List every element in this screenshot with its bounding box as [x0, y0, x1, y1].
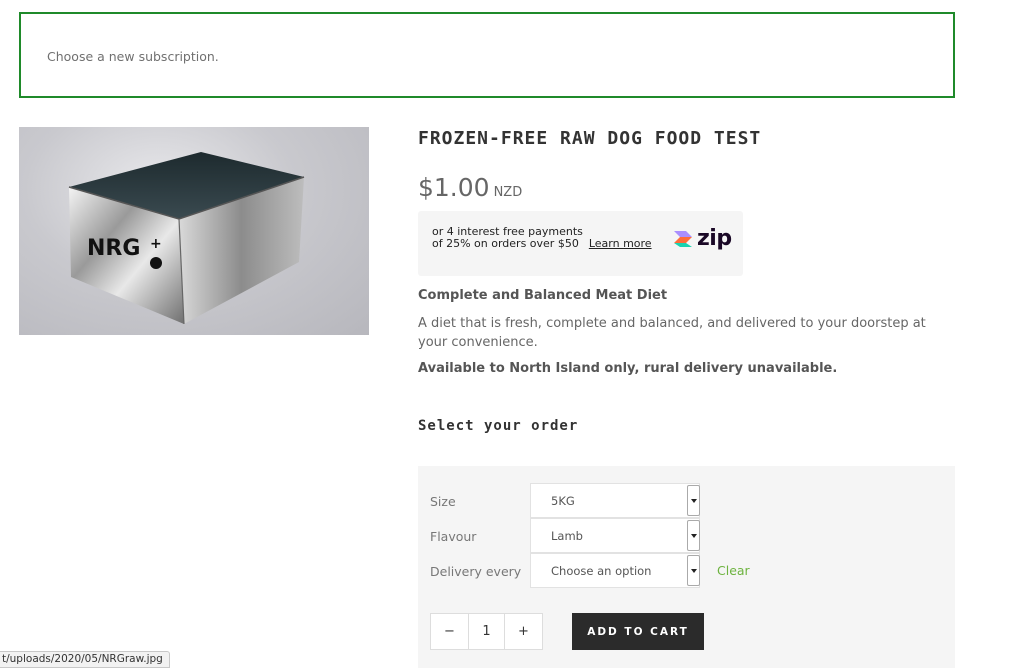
- svg-text:+: +: [150, 236, 162, 252]
- increase-quantity-button[interactable]: +: [505, 614, 542, 649]
- zip-logo-icon: [674, 231, 692, 247]
- size-select[interactable]: 5KG: [530, 483, 700, 518]
- delivery-label: Delivery every: [430, 564, 522, 579]
- chevron-down-icon[interactable]: [687, 520, 700, 551]
- delivery-value: Choose an option: [551, 564, 652, 578]
- quantity-input[interactable]: 1: [468, 614, 505, 649]
- size-label: Size: [430, 494, 456, 509]
- flavour-label: Flavour: [430, 529, 477, 544]
- availability-note: Available to North Island only, rural de…: [418, 361, 838, 376]
- size-value: 5KG: [551, 494, 575, 508]
- order-form: Size 5KG Flavour Lamb Delivery every Cho…: [418, 466, 955, 668]
- option-row-size: Size 5KG: [418, 483, 955, 518]
- zip-line-2: of 25% on orders over $50: [432, 237, 579, 250]
- box-illustration: NRG +: [68, 152, 305, 325]
- clear-link[interactable]: Clear: [717, 563, 750, 578]
- price-amount: $1.00: [418, 173, 490, 202]
- subscription-notice: Choose a new subscription.: [19, 12, 955, 98]
- quantity-stepper: − 1 +: [430, 613, 543, 650]
- description-body: A diet that is fresh, complete and balan…: [418, 316, 926, 350]
- svg-text:NRG: NRG: [87, 236, 140, 261]
- description-heading: Complete and Balanced Meat Diet: [418, 288, 668, 303]
- zip-logo: zip: [672, 225, 732, 251]
- product-price: $1.00 NZD: [418, 173, 522, 202]
- zip-payment-info: or 4 interest free payments of 25% on or…: [418, 211, 743, 276]
- flavour-value: Lamb: [551, 529, 583, 543]
- add-to-cart-button[interactable]: ADD TO CART: [572, 613, 704, 650]
- browser-status-bar: t/uploads/2020/05/NRGraw.jpg: [0, 651, 170, 668]
- option-row-flavour: Flavour Lamb: [418, 518, 955, 553]
- option-row-delivery: Delivery every Choose an option Clear: [418, 553, 955, 588]
- select-order-heading: Select your order: [418, 418, 579, 434]
- chevron-down-icon[interactable]: [687, 555, 700, 586]
- zip-text: or 4 interest free payments of 25% on or…: [432, 226, 652, 250]
- notice-text: Choose a new subscription.: [47, 49, 219, 64]
- chevron-down-icon[interactable]: [687, 485, 700, 516]
- product-image[interactable]: NRG +: [19, 127, 369, 335]
- product-title: FROZEN-FREE RAW DOG FOOD TEST: [418, 128, 762, 149]
- price-currency: NZD: [493, 185, 523, 200]
- delivery-select[interactable]: Choose an option: [530, 553, 700, 588]
- zip-learn-more-link[interactable]: Learn more: [589, 237, 652, 250]
- zip-logo-text: zip: [697, 225, 732, 251]
- decrease-quantity-button[interactable]: −: [431, 614, 468, 649]
- flavour-select[interactable]: Lamb: [530, 518, 700, 553]
